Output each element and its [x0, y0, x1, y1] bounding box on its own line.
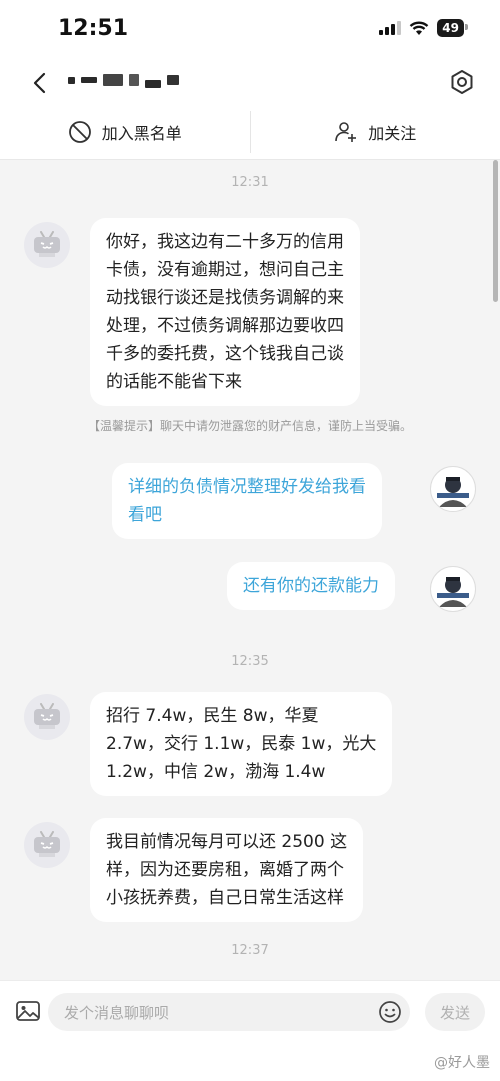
add-user-icon: [335, 122, 357, 142]
hexagon-settings-icon: [451, 70, 473, 94]
wifi-icon: [409, 21, 429, 35]
user-avatar-icon: [437, 577, 469, 607]
message-input-placeholder: 发个消息聊聊呗: [64, 1003, 170, 1022]
follow-button[interactable]: 加关注: [251, 105, 500, 159]
user-avatar-icon: [437, 477, 469, 507]
safety-tip: 【温馨提示】聊天中请勿泄露您的财产信息，谨防上当受骗。: [87, 419, 412, 433]
timestamp: 12:37: [231, 943, 269, 958]
message-input[interactable]: 发个消息聊聊呗: [48, 993, 410, 1031]
send-button[interactable]: 发送: [425, 993, 485, 1031]
avatar-tv-icon: [24, 222, 70, 268]
status-icons: 49: [379, 19, 468, 37]
avatar-tv-icon: [24, 822, 70, 868]
avatar-user: [430, 466, 476, 512]
smiley-icon: [379, 1001, 401, 1023]
back-button[interactable]: [24, 68, 54, 98]
avatar-user: [430, 566, 476, 612]
tv-mascot-icon: [34, 703, 60, 729]
message-bubble-left[interactable]: 我目前情况每月可以还 2500 这 样，因为还要房租，离婚了两个 小孩抚养费，自…: [90, 818, 364, 922]
status-bar: 12:51 49: [0, 0, 500, 60]
image-icon: [16, 1001, 40, 1021]
contact-name-redacted: [68, 72, 179, 88]
input-bar: 发个消息聊聊呗 发送: [0, 980, 500, 1081]
message-bubble-right[interactable]: 还有你的还款能力: [227, 562, 395, 610]
message-bubble-left[interactable]: 招行 7.4w，民生 8w，华夏 2.7w，交行 1.1w，民泰 1w，光大 1…: [90, 692, 393, 796]
message-bubble-left[interactable]: 你好，我这边有二十多万的信用 卡债，没有逾期过，想问自己主 动找银行谈还是找债务…: [90, 218, 360, 406]
tv-mascot-icon: [34, 831, 60, 857]
block-icon: [68, 121, 91, 143]
action-bar: 加入黑名单 加关注: [0, 105, 500, 160]
status-time: 12:51: [58, 16, 129, 41]
nav-bar: [0, 60, 500, 105]
emoji-button[interactable]: [378, 1000, 402, 1024]
message-bubble-right[interactable]: 详细的负债情况整理好发给我看 看吧: [112, 463, 382, 539]
timestamp: 12:35: [231, 654, 269, 669]
follow-label: 加关注: [368, 124, 417, 143]
avatar-tv-icon: [24, 694, 70, 740]
add-blacklist-label: 加入黑名单: [101, 124, 182, 143]
timestamp: 12:31: [231, 175, 269, 190]
watermark: @好人墨: [434, 1055, 490, 1071]
tv-mascot-icon: [34, 231, 60, 257]
image-button[interactable]: [14, 997, 42, 1025]
chevron-left-icon: [33, 72, 46, 94]
battery-indicator: 49: [437, 19, 468, 37]
add-blacklist-button[interactable]: 加入黑名单: [0, 105, 250, 159]
settings-button[interactable]: [446, 66, 478, 98]
signal-icon: [379, 21, 402, 35]
